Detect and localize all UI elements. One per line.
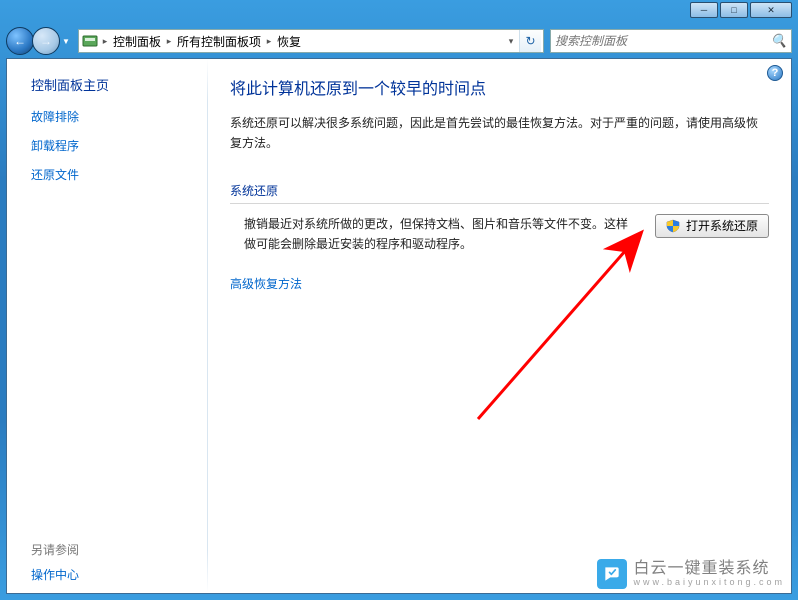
search-input[interactable] <box>555 34 771 48</box>
open-system-restore-button[interactable]: 打开系统还原 <box>655 214 769 238</box>
advanced-recovery-link[interactable]: 高级恢复方法 <box>230 275 302 292</box>
chevron-down-icon: ▼ <box>62 37 70 46</box>
refresh-button[interactable]: ↻ <box>519 30 541 52</box>
section-text: 撤销最近对系统所做的更改，但保持文档、图片和音乐等文件不变。这样做可能会删除最近… <box>230 214 635 255</box>
sidebar-link-uninstall[interactable]: 卸载程序 <box>31 137 193 154</box>
breadcrumb-sep: ▸ <box>99 36 111 47</box>
breadcrumb-item[interactable]: 所有控制面板项 <box>175 33 263 50</box>
back-icon: ← <box>14 34 26 48</box>
open-system-restore-label: 打开系统还原 <box>686 217 758 234</box>
sidebar-link-troubleshoot[interactable]: 故障排除 <box>31 108 193 125</box>
watermark-en: www.baiyunxitong.com <box>633 578 785 588</box>
maximize-icon: □ <box>731 6 736 15</box>
maximize-button[interactable]: □ <box>720 2 748 18</box>
minimize-button[interactable]: ─ <box>690 2 718 18</box>
nav-history-dropdown[interactable]: ▼ <box>60 32 72 50</box>
minimize-icon: ─ <box>701 6 707 15</box>
content-area: ? 将此计算机还原到一个较早的时间点 系统还原可以解决很多系统问题，因此是首先尝… <box>208 59 791 593</box>
shield-icon <box>666 219 680 233</box>
refresh-icon: ↻ <box>525 34 535 48</box>
section-title-system-restore: 系统还原 <box>230 182 769 204</box>
forward-icon: → <box>40 34 52 48</box>
see-also-action-center[interactable]: 操作中心 <box>31 566 193 583</box>
see-also-label: 另请参阅 <box>31 541 193 558</box>
control-panel-icon <box>81 32 99 50</box>
close-icon: ✕ <box>767 6 775 15</box>
section-row: 撤销最近对系统所做的更改，但保持文档、图片和音乐等文件不变。这样做可能会删除最近… <box>230 214 769 255</box>
navigation-bar: ← → ▼ ▸ 控制面板 ▸ 所有控制面板项 ▸ 恢复 ▾ ↻ 🔍 <box>0 24 798 58</box>
back-button[interactable]: ← <box>6 27 34 55</box>
search-box[interactable]: 🔍 <box>550 29 792 53</box>
breadcrumb-sep: ▸ <box>263 36 275 47</box>
window-client: 控制面板主页 故障排除 卸载程序 还原文件 另请参阅 操作中心 ? 将此计算机还… <box>6 58 792 594</box>
sidebar-link-restore-files[interactable]: 还原文件 <box>31 166 193 183</box>
page-description: 系统还原可以解决很多系统问题，因此是首先尝试的最佳恢复方法。对于严重的问题，请使… <box>230 113 769 154</box>
page-title: 将此计算机还原到一个较早的时间点 <box>230 75 769 99</box>
nav-buttons: ← → ▼ <box>6 27 72 55</box>
close-button[interactable]: ✕ <box>750 2 792 18</box>
breadcrumb-sep: ▸ <box>163 36 175 47</box>
watermark-cn: 白云一键重装系统 <box>633 560 785 578</box>
window-titlebar: ─ □ ✕ <box>0 0 798 24</box>
forward-button[interactable]: → <box>32 27 60 55</box>
watermark-text: 白云一键重装系统 www.baiyunxitong.com <box>633 560 785 587</box>
breadcrumb-item[interactable]: 控制面板 <box>111 33 163 50</box>
window-controls: ─ □ ✕ <box>690 2 792 18</box>
sidebar-home[interactable]: 控制面板主页 <box>31 75 193 94</box>
breadcrumb-item[interactable]: 恢复 <box>275 33 303 50</box>
search-icon[interactable]: 🔍 <box>771 33 787 49</box>
breadcrumb-dropdown[interactable]: ▾ <box>503 36 519 47</box>
watermark-logo-icon <box>597 559 627 589</box>
breadcrumb[interactable]: ▸ 控制面板 ▸ 所有控制面板项 ▸ 恢复 ▾ ↻ <box>78 29 544 53</box>
watermark: 白云一键重装系统 www.baiyunxitong.com <box>597 559 785 589</box>
sidebar: 控制面板主页 故障排除 卸载程序 还原文件 另请参阅 操作中心 <box>7 59 207 593</box>
help-icon[interactable]: ? <box>767 65 783 81</box>
